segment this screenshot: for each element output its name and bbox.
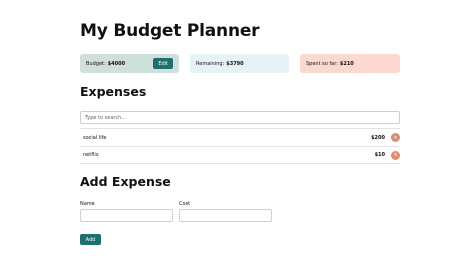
budget-card: Budget: $4000 Edit (80, 54, 179, 73)
cost-input[interactable] (179, 209, 272, 222)
remaining-label: Remaining: (196, 60, 225, 67)
expenses-heading: Expenses (80, 84, 147, 99)
name-input[interactable] (80, 209, 173, 222)
spent-value: $210 (339, 60, 354, 67)
expense-row: social life $200 × (80, 128, 400, 146)
delete-expense-button[interactable]: × (391, 133, 400, 142)
spent-label: Spent so far: (306, 60, 338, 67)
budget-label: Budget: (86, 60, 106, 67)
expense-row: netflix $10 × (80, 146, 400, 164)
expense-cost: $200 (371, 134, 385, 141)
delete-expense-button[interactable]: × (391, 150, 400, 160)
expense-list: social life $200 × netflix $10 × (80, 128, 400, 164)
budget-value: $4000 (107, 60, 126, 67)
cost-label: Cost (179, 201, 191, 207)
remaining-value: $3790 (226, 60, 244, 67)
spent-card: Spent so far: $210 (300, 54, 400, 73)
add-expense-heading: Add Expense (80, 174, 171, 189)
page-title: My Budget Planner (80, 21, 260, 41)
expense-name: social life (83, 134, 107, 141)
expense-cost: $10 (374, 152, 385, 158)
search-input[interactable] (80, 111, 400, 124)
remaining-card: Remaining: $3790 (190, 54, 289, 73)
name-label: Name (80, 201, 95, 207)
edit-budget-button[interactable]: Edit (153, 58, 173, 69)
add-expense-button[interactable]: Add (80, 234, 101, 245)
expense-name: netflix (83, 152, 99, 158)
